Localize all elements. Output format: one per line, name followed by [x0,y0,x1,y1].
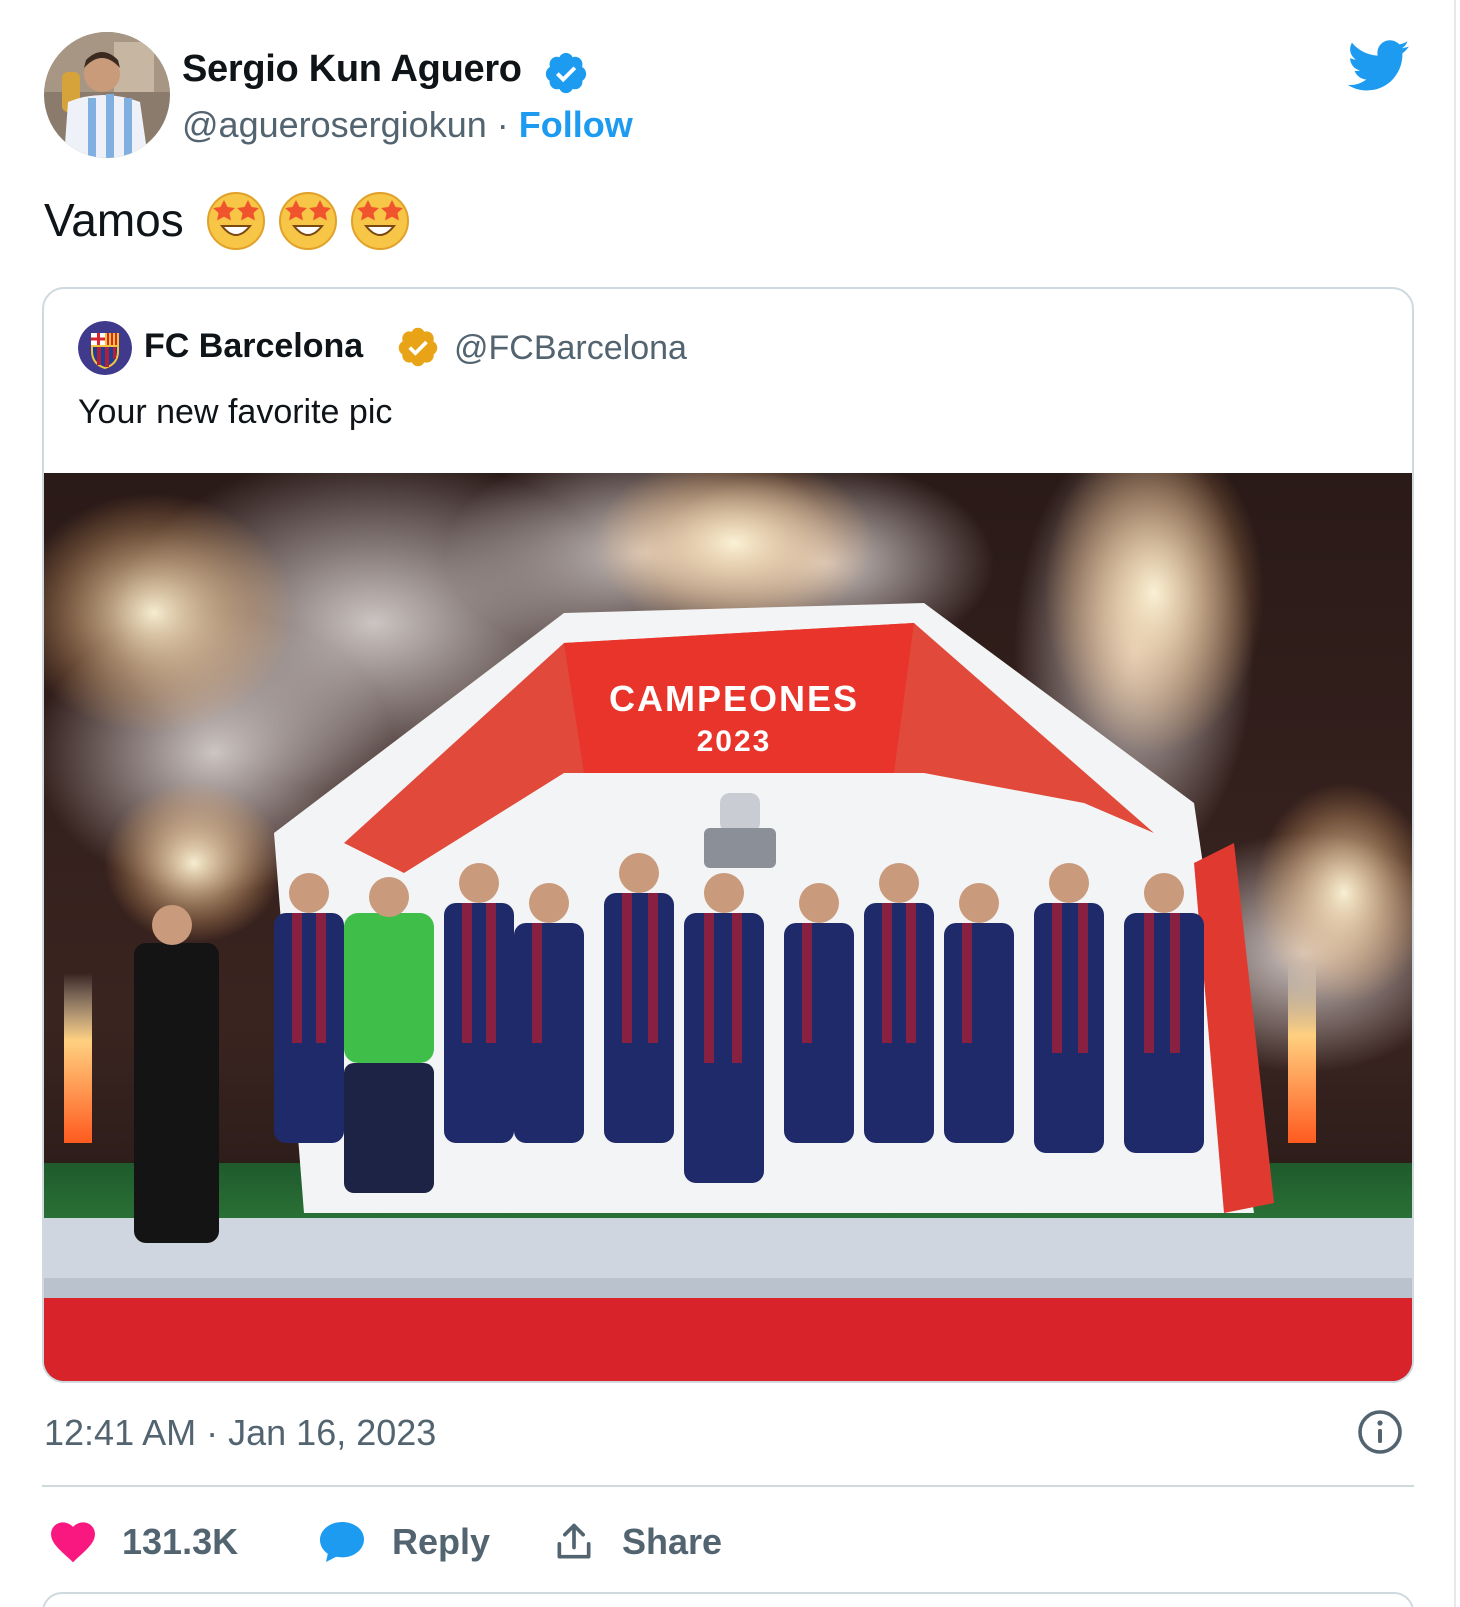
reply-button[interactable]: Reply [318,1512,490,1572]
timestamp-separator: · [206,1412,219,1453]
quoted-author-name[interactable]: FC Barcelona [144,327,363,366]
info-icon[interactable] [1356,1408,1404,1456]
tweet-date[interactable]: Jan 16, 2023 [228,1412,436,1453]
photo-banner-campeones: CAMPEONES [609,678,859,719]
photo-banner-year: 2023 [697,725,772,758]
verified-gold-badge-icon [398,327,438,367]
tweet-text-content: Vamos [44,194,184,246]
handle-separator: · [496,104,509,145]
author-avatar[interactable] [44,32,170,158]
tweet-card: Sergio Kun Aguero @aguerosergiokun · Fol… [0,0,1460,1607]
speech-bubble-icon [320,1522,364,1562]
quoted-tweet[interactable]: FC Barcelona @FCBarcelona Your new favor… [42,287,1414,1383]
like-button[interactable]: 131.3K [50,1512,238,1572]
twitter-bird-icon[interactable] [1347,40,1411,92]
star-struck-emoji-icon [206,192,265,250]
share-upload-icon [557,1523,591,1559]
follow-button[interactable]: Follow [519,104,633,145]
tweet-text: Vamos [44,188,412,252]
reply-label: Reply [392,1521,491,1562]
author-handle[interactable]: @aguerosergiokun [182,104,487,145]
read-replies-button[interactable] [42,1592,1414,1607]
share-label: Share [622,1521,723,1562]
quoted-avatar-crest-icon[interactable] [78,321,132,375]
verified-badge-icon [545,52,587,94]
share-button[interactable]: Share [552,1512,722,1572]
tweet-timestamp[interactable]: 12:41 AM · Jan 16, 2023 [44,1412,436,1454]
quoted-author-handle[interactable]: @FCBarcelona [454,329,687,368]
star-struck-emoji-icon [278,192,337,250]
tweet-time[interactable]: 12:41 AM [44,1412,196,1453]
celebration-photo[interactable]: CAMPEONES 2023 [44,473,1412,1383]
quoted-tweet-text: Your new favorite pic [78,393,393,431]
divider [42,1485,1414,1487]
heart-icon [51,1522,95,1563]
star-struck-emoji-icon [350,192,409,250]
card-border [1454,0,1456,1607]
like-count: 131.3K [122,1521,239,1562]
author-handle-line: @aguerosergiokun · Follow [182,104,633,146]
author-name[interactable]: Sergio Kun Aguero [182,48,522,91]
